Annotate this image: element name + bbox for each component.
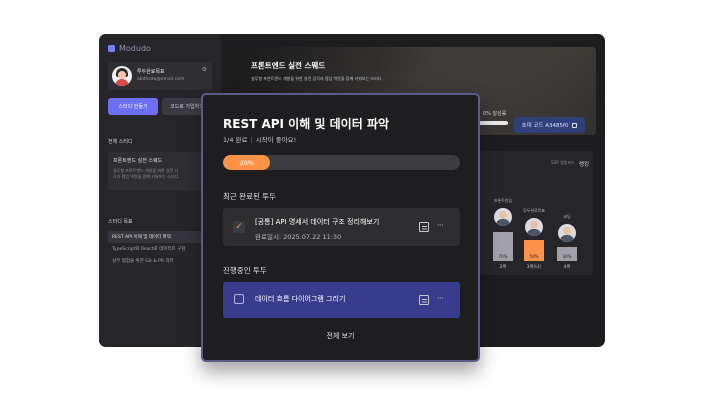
list-item[interactable]: 실무 협업을 위한 Git & PR 리뷰 — [108, 255, 212, 267]
view-all-button[interactable]: 전체 보기 — [203, 331, 478, 341]
logo-icon — [108, 45, 115, 52]
study-card-desc-2: 각과 협업 역량을 함께 키워보는 스터디. — [113, 174, 180, 179]
recent-done-heading: 최근 완료된 투두 — [223, 192, 277, 201]
study-list-heading: 스터디 목표 — [108, 219, 133, 225]
rank-bar: 70% — [493, 232, 513, 261]
in-progress-heading: 진행중인 투두 — [223, 266, 267, 275]
invite-code-button[interactable]: 초대 코드 A3485f0 — [514, 117, 585, 133]
rank-label: 2위 — [499, 265, 507, 270]
avatar — [112, 66, 132, 86]
modal-subtitle: 1/4 완료 | 시작이 좋아요! — [223, 134, 296, 144]
copy-icon — [572, 122, 578, 128]
progress-fill: 20% — [223, 155, 271, 170]
memo-icon[interactable] — [419, 222, 429, 232]
banner-desc: 실무형 프론트엔드 개발을 위한 실전 감각과 협업 역량을 함께 키워보는 스… — [251, 76, 383, 81]
memo-icon[interactable] — [419, 295, 429, 305]
settings-icon[interactable]: ⚙ — [202, 66, 207, 73]
avatar — [494, 208, 512, 226]
rank-label: 4위 — [563, 265, 571, 270]
banner-title: 프론트엔드 실전 스웨드 — [251, 61, 326, 70]
progress-bar: 20% — [223, 155, 460, 170]
ranking-more-link[interactable]: SSR 랭킹보드 — [551, 160, 575, 166]
ranking-title: 랭킹 — [579, 162, 590, 168]
create-study-button[interactable]: 스터디 만들기 — [108, 98, 158, 115]
stage: Modudo 투두완료목표 abdhsdo@email.com ⚙ 스터디 만들… — [0, 0, 706, 400]
done-todo-date: 완료일시: 2025.07.22 11:30 — [255, 233, 342, 241]
cheer-text: 시작이 좋아요! — [255, 136, 297, 144]
study-list: REST API 이해 및 데이터 파악 TypeScript와 React로 … — [108, 231, 212, 267]
all-study-heading: 전체 스터디 — [108, 139, 133, 145]
avatar — [525, 218, 543, 236]
done-todo-title: [공통] API 명세서 데이터 구조 정리해보기 — [255, 218, 380, 226]
rank-bar: 50% — [524, 240, 544, 261]
avatar — [558, 224, 576, 242]
in-progress-todo-title: 데이터 흐름 다이어그램 그리기 — [255, 295, 346, 303]
ranking-panel: 랭킹 SSR 랭킹보드 70% 2위 프론트연습 투두완료목표 50% 3위(나… — [479, 151, 593, 275]
in-progress-todo-item[interactable]: 데이터 흐름 다이어그램 그리기 ··· — [223, 282, 460, 318]
study-card[interactable]: 프론트엔드 실전 스웨드 실무형 프론트엔드 개발을 위한 실전 신 각과 협업… — [108, 152, 212, 190]
profile-name: 투두완료목표 — [137, 69, 165, 75]
completed-count: 1/4 완료 — [223, 136, 248, 144]
banner-progress-text: 0% 달성률 — [483, 111, 507, 117]
more-icon[interactable]: ··· — [437, 221, 444, 230]
list-item[interactable]: REST API 이해 및 데이터 파악 — [108, 231, 212, 243]
logo[interactable]: Modudo — [108, 44, 151, 53]
logo-text: Modudo — [119, 44, 151, 53]
modal-title: REST API 이해 및 데이터 파악 — [223, 117, 390, 131]
study-card-title: 프론트엔드 실전 스웨드 — [113, 158, 163, 164]
done-todo-item[interactable]: ✓ [공통] API 명세서 데이터 구조 정리해보기 완료일시: 2025.0… — [223, 208, 460, 246]
checkbox[interactable] — [234, 294, 244, 304]
profile-card[interactable]: 투두완료목표 abdhsdo@email.com ⚙ — [108, 62, 212, 90]
more-icon[interactable]: ··· — [437, 294, 444, 303]
rank-name: 프론트연습 — [493, 198, 513, 203]
invite-code-label: 초대 코드 A3485f0 — [521, 123, 569, 129]
rank-bar: 30% — [557, 247, 577, 261]
rank-name: 코딩 — [563, 214, 571, 219]
rank-label: 3위(나) — [526, 265, 542, 270]
separator: | — [250, 136, 253, 144]
todo-modal: REST API 이해 및 데이터 파악 1/4 완료 | 시작이 좋아요! 20%… — [201, 93, 480, 362]
checkmark-icon[interactable]: ✓ — [233, 221, 245, 233]
profile-email: abdhsdo@email.com — [137, 77, 185, 82]
list-item[interactable]: TypeScript와 React로 데이터트 구현 — [108, 243, 212, 255]
